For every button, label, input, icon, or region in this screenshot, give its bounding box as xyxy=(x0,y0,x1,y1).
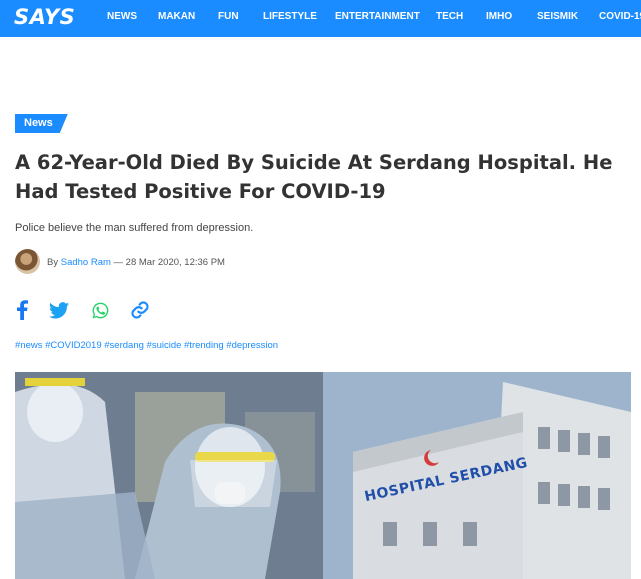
byline: By Sadho Ram — 28 Mar 2020, 12:36 PM xyxy=(47,257,225,268)
facebook-icon xyxy=(17,300,28,320)
nav-item-covid-19[interactable]: COVID-19 xyxy=(599,11,641,22)
author-avatar[interactable] xyxy=(15,249,40,274)
whatsapp-share-button[interactable] xyxy=(89,299,111,321)
article-title: A 62-Year-Old Died By Suicide At Serdang… xyxy=(15,151,613,203)
tag-news[interactable]: #news xyxy=(15,340,42,351)
serdang-hospital-photo: HOSPITAL SERDANG xyxy=(323,372,631,579)
top-navigation-bar: SAYS NEWS MAKAN FUN LIFESTYLE ENTERTAINM… xyxy=(0,0,641,37)
nav-item-makan[interactable]: MAKAN xyxy=(158,11,195,22)
author-link[interactable]: Sadho Ram xyxy=(61,257,111,268)
tag-depression[interactable]: #depression xyxy=(226,340,278,351)
tag-trending[interactable]: #trending xyxy=(184,340,224,351)
twitter-icon xyxy=(49,301,69,318)
publish-date: — 28 Mar 2020, 12:36 PM xyxy=(113,257,225,268)
tag-list: #news #COVID2019 #serdang #suicide #tren… xyxy=(15,340,278,351)
byline-prefix: By xyxy=(47,257,59,268)
nav-item-news[interactable]: NEWS xyxy=(107,11,137,22)
nav-item-entertainment[interactable]: ENTERTAINMENT xyxy=(335,11,420,22)
facebook-share-button[interactable] xyxy=(11,299,33,321)
copy-link-button[interactable] xyxy=(129,299,151,321)
tag-covid2019[interactable]: #COVID2019 xyxy=(45,340,102,351)
whatsapp-icon xyxy=(92,302,108,318)
health-workers-illustration xyxy=(15,372,323,579)
tag-suicide[interactable]: #suicide xyxy=(147,340,182,351)
health-workers-photo xyxy=(15,372,323,579)
tag-serdang[interactable]: #serdang xyxy=(104,340,144,351)
nav-item-lifestyle[interactable]: LIFESTYLE xyxy=(263,11,317,22)
link-icon xyxy=(131,301,149,319)
nav-item-tech[interactable]: TECH xyxy=(436,11,463,22)
says-logo[interactable]: SAYS xyxy=(14,5,75,29)
article-subtitle: Police believe the man suffered from dep… xyxy=(15,222,254,234)
nav-item-imho[interactable]: IMHO xyxy=(486,11,512,22)
twitter-share-button[interactable] xyxy=(48,299,70,321)
nav-item-fun[interactable]: FUN xyxy=(218,11,239,22)
nav-item-seismik[interactable]: SEISMIK xyxy=(537,11,578,22)
category-badge[interactable]: News xyxy=(15,114,68,133)
